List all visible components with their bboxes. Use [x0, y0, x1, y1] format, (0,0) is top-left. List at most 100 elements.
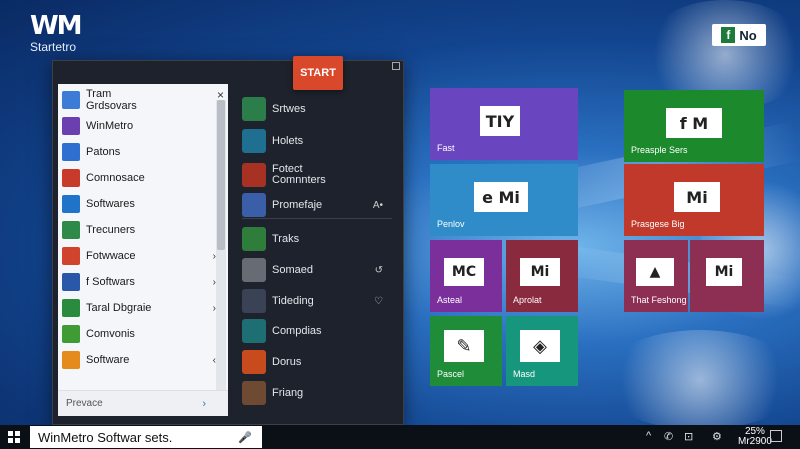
- app-icon: [242, 289, 266, 313]
- tile-label: Preasple Sers: [631, 145, 688, 155]
- app-icon: [242, 319, 266, 343]
- app-tile[interactable]: Mi Aprolat: [506, 240, 578, 312]
- tile-label: Aprolat: [513, 295, 542, 305]
- pinned-app-item[interactable]: Compdias: [242, 318, 397, 344]
- app-tile[interactable]: ▲ That Feshong: [624, 240, 688, 312]
- time-readout: Mr2900: [738, 436, 772, 447]
- app-list-item[interactable]: Comvonis: [62, 322, 220, 346]
- pinned-app-label: Friang: [272, 386, 304, 399]
- app-list-item-label: Comvonis: [86, 328, 135, 340]
- pinned-app-item[interactable]: Tideding ♡: [242, 288, 397, 314]
- tile-logo-icon: Mi: [706, 258, 742, 286]
- search-text: WinMetro Softwar sets.: [38, 429, 173, 445]
- item-action-icon[interactable]: ↺: [375, 265, 383, 276]
- app-list-item-label: Fotwwace: [86, 250, 136, 262]
- app-tile[interactable]: Mi: [690, 240, 764, 312]
- app-tile[interactable]: ◈ Masd: [506, 316, 578, 386]
- app-icon: [62, 325, 80, 343]
- tile-logo-icon: ▲: [636, 258, 674, 286]
- app-icon: [242, 350, 266, 374]
- list-footer[interactable]: Prevace ›: [58, 390, 228, 416]
- settings-icon[interactable]: ⚙: [712, 430, 722, 443]
- logo-mark: WM: [30, 11, 83, 41]
- app-list-item-label: WinMetro: [86, 120, 134, 132]
- app-icon: [242, 258, 266, 282]
- tile-logo-icon: Mi: [674, 182, 720, 212]
- chevron-right-icon[interactable]: ›: [202, 398, 206, 410]
- logo-subtitle: Startetro: [30, 40, 77, 54]
- tile-logo-icon: TIY: [480, 106, 520, 136]
- app-list-item[interactable]: Taral Dbgraie ›: [62, 296, 220, 320]
- app-tile[interactable]: ✎ Pascel: [430, 316, 502, 386]
- app-list-item[interactable]: Fotwwace ›: [62, 244, 220, 268]
- app-tile[interactable]: e Mi Penlov: [430, 164, 578, 236]
- microphone-icon[interactable]: 🎤: [238, 431, 252, 444]
- pinned-app-label: Tideding: [272, 294, 314, 307]
- app-list-item-label: Comnosace: [86, 172, 145, 184]
- pinned-app-label: Fotect Comnnters: [272, 163, 326, 186]
- notification-icon[interactable]: [770, 430, 782, 442]
- windows-start-icon[interactable]: [8, 431, 20, 443]
- item-action-icon[interactable]: A•: [373, 200, 383, 211]
- pinned-app-item[interactable]: Friang: [242, 380, 397, 406]
- tile-label: Fast: [437, 143, 455, 153]
- app-list-item-label: Tram Grdsovars: [86, 88, 137, 112]
- app-icon: [62, 117, 80, 135]
- tile-label: Prasgese Big: [631, 219, 685, 229]
- app-list-item[interactable]: Software ‹: [62, 348, 220, 372]
- app-list-item[interactable]: Tram Grdsovars: [62, 88, 220, 112]
- app-list-item-label: f Softwars: [86, 276, 135, 288]
- app-list-item-label: Taral Dbgraie: [86, 302, 152, 314]
- app-list-item[interactable]: WinMetro: [62, 114, 220, 138]
- tile-logo-icon: ✎: [444, 330, 484, 362]
- corner-badge[interactable]: f No: [712, 24, 766, 46]
- tray-chevron-icon[interactable]: ^: [646, 430, 651, 442]
- app-list-item[interactable]: Comnosace: [62, 166, 220, 190]
- pinned-app-item[interactable]: Fotect Comnnters: [242, 162, 397, 188]
- app-list-item[interactable]: Softwares: [62, 192, 220, 216]
- start-button[interactable]: START: [293, 56, 343, 90]
- app-list-item[interactable]: f Softwars ›: [62, 270, 220, 294]
- pinned-app-label: Traks: [272, 232, 300, 245]
- tile-logo-icon: ◈: [520, 330, 560, 362]
- app-list-scrollbar[interactable]: [216, 100, 226, 396]
- app-icon: [62, 273, 80, 291]
- tile-logo-icon: MC: [444, 258, 484, 286]
- facebook-icon: f: [721, 27, 736, 43]
- app-list-item-label: Trecuners: [86, 224, 136, 236]
- pinned-app-item[interactable]: Promefaje A•: [242, 192, 397, 218]
- item-action-icon[interactable]: ♡: [374, 296, 383, 307]
- app-icon: [62, 221, 80, 239]
- pinned-app-item[interactable]: Traks: [242, 226, 397, 252]
- app-icon: [62, 247, 80, 265]
- pinned-app-item[interactable]: Somaed ↺: [242, 257, 397, 283]
- app-list-item-label: Software: [86, 354, 130, 366]
- pinned-app-label: Somaed: [272, 263, 313, 276]
- pinned-app-label: Dorus: [272, 355, 302, 368]
- pinned-app-item[interactable]: Holets: [242, 128, 397, 154]
- app-tile[interactable]: MC Asteal: [430, 240, 502, 312]
- tile-label: Masd: [513, 369, 536, 379]
- tile-logo-icon: Mi: [520, 258, 560, 286]
- tile-logo-icon: f M: [666, 108, 722, 138]
- app-icon: [242, 163, 266, 187]
- scrollbar-thumb[interactable]: [217, 100, 225, 250]
- panel-corner-icon[interactable]: [392, 62, 400, 70]
- app-tile[interactable]: Mi Prasgese Big: [624, 164, 764, 236]
- app-tile[interactable]: f M Preasple Sers: [624, 90, 764, 162]
- cloud-decoration: [600, 330, 800, 430]
- pinned-app-label: Promefaje: [272, 198, 323, 211]
- taskbar-search[interactable]: WinMetro Softwar sets. 🎤: [30, 426, 262, 448]
- pinned-app-item[interactable]: Srtwes: [242, 96, 397, 122]
- pinned-app-item[interactable]: Dorus: [242, 349, 397, 375]
- app-icon: [242, 227, 266, 251]
- app-list-item[interactable]: Patons: [62, 140, 220, 164]
- tile-label: Penlov: [437, 219, 465, 229]
- network-icon[interactable]: ✆: [664, 430, 673, 443]
- app-icon: [62, 299, 80, 317]
- display-icon[interactable]: ⊡: [684, 430, 693, 443]
- clock[interactable]: 25% Mr2900: [738, 427, 772, 447]
- app-tile[interactable]: TIY Fast: [430, 88, 578, 160]
- app-icon: [62, 195, 80, 213]
- app-list-item[interactable]: Trecuners: [62, 218, 220, 242]
